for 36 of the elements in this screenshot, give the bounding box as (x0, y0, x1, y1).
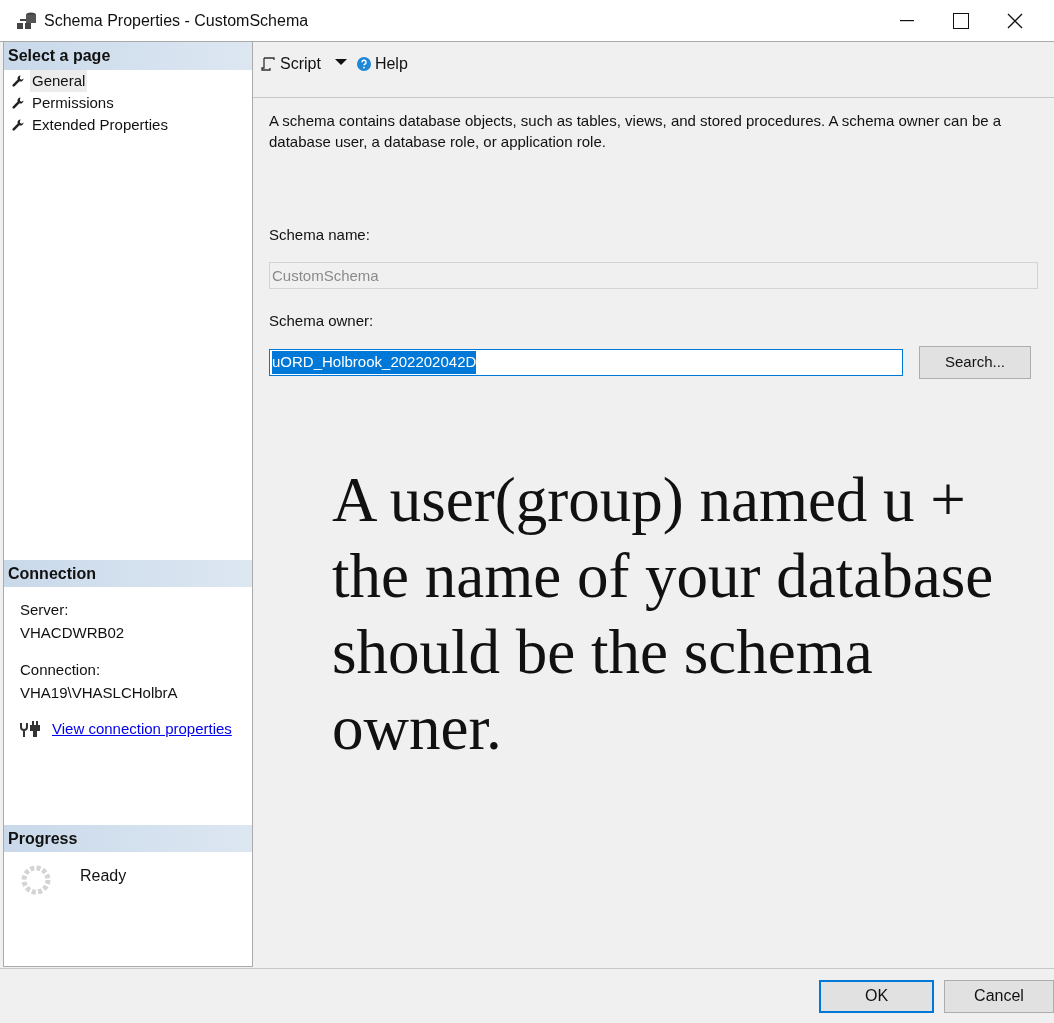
cancel-button[interactable]: Cancel (944, 979, 1054, 1013)
section-header: Connection (4, 560, 252, 587)
server-label: Server: (20, 600, 70, 620)
wrench-icon (12, 97, 24, 109)
schema-owner-label: Schema owner: (269, 310, 375, 331)
wrench-icon (12, 119, 24, 131)
maximize-icon (953, 12, 969, 29)
annotation-text: A user(group) named u + the name of your database should be the schema owner. (332, 464, 995, 765)
schema-name-label: Schema name: (269, 225, 371, 245)
script-button[interactable]: Script (261, 52, 321, 76)
page-item[interactable]: Extended Properties (30, 113, 170, 137)
server-value: VHACDWRB02 (20, 622, 126, 643)
description-text: A schema contains database objects, such as tables, views, and stored procedures. A schema owner can be a database user, a database role, or application role. (269, 111, 1003, 152)
progress-status: Ready (80, 866, 127, 886)
connection-value: VHA19\VHASLCHolbrA (20, 682, 179, 703)
help-icon (356, 57, 371, 71)
section-header: Progress (4, 825, 252, 852)
dropdown-caret-icon (334, 59, 347, 65)
search-button[interactable]: Search... (919, 346, 1031, 379)
section-header: Select a page (4, 42, 252, 70)
script-icon (261, 57, 275, 71)
page-item[interactable]: General (30, 69, 88, 93)
plug-icon (20, 721, 42, 738)
connection-label: Connection: (20, 660, 102, 680)
ok-button[interactable]: OK (819, 979, 934, 1013)
page-item[interactable]: Permissions (30, 91, 116, 115)
connection-properties-link[interactable]: View connection properties (52, 718, 232, 741)
spinner-icon (20, 864, 52, 896)
close-icon (1007, 12, 1023, 29)
window-title: Schema Properties - CustomSchema (44, 10, 309, 31)
help-button[interactable]: Help (356, 52, 408, 76)
owner-value: uORD_Holbrook_202202042D (272, 351, 477, 374)
database-schema-icon (16, 10, 38, 31)
schema-owner-field[interactable]: uORD_Holbrook_202202042D (269, 349, 903, 376)
wrench-icon (12, 75, 24, 87)
minimize-icon (900, 19, 914, 22)
